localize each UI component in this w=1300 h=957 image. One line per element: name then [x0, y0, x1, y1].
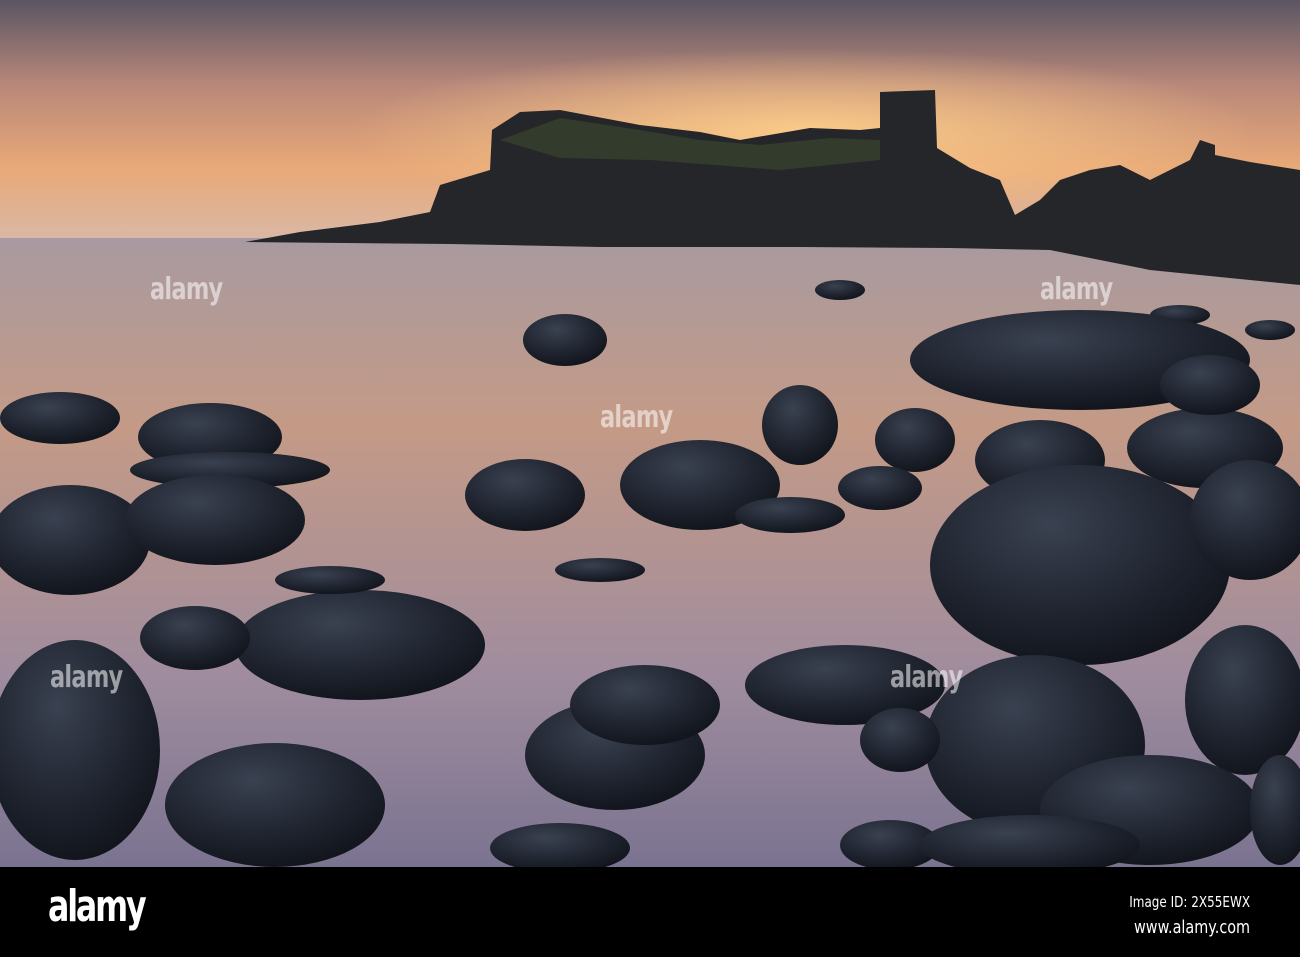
- watermark: alamy: [50, 660, 123, 695]
- rock: [235, 590, 485, 700]
- rock: [125, 475, 305, 565]
- rock: [140, 606, 250, 670]
- rock: [555, 558, 645, 582]
- rock: [860, 708, 940, 772]
- rock: [1245, 320, 1295, 340]
- rock: [838, 466, 922, 510]
- watermark: alamy: [150, 272, 223, 307]
- image-id: Image ID: 2X55EWX: [1129, 893, 1250, 911]
- rock: [1160, 355, 1260, 415]
- watermark: alamy: [890, 660, 963, 695]
- footer-bar: alamy Image ID: 2X55EWX www.alamy.com: [0, 867, 1300, 957]
- rock: [275, 566, 385, 594]
- rock: [762, 385, 838, 465]
- site-url: www.alamy.com: [1133, 917, 1250, 938]
- watermark: alamy: [600, 400, 673, 435]
- stock-photo: alamy alamy alamy alamy alamy alamy Imag…: [0, 0, 1300, 957]
- rock: [930, 465, 1230, 665]
- rock: [1185, 625, 1300, 775]
- watermark: alamy: [1040, 272, 1113, 307]
- rock: [815, 280, 865, 300]
- rock: [165, 743, 385, 867]
- rock: [465, 459, 585, 531]
- alamy-logo: alamy: [48, 881, 147, 932]
- rock: [0, 392, 120, 444]
- rock: [570, 665, 720, 745]
- rock: [735, 497, 845, 533]
- rock: [875, 408, 955, 472]
- rock: [523, 314, 607, 366]
